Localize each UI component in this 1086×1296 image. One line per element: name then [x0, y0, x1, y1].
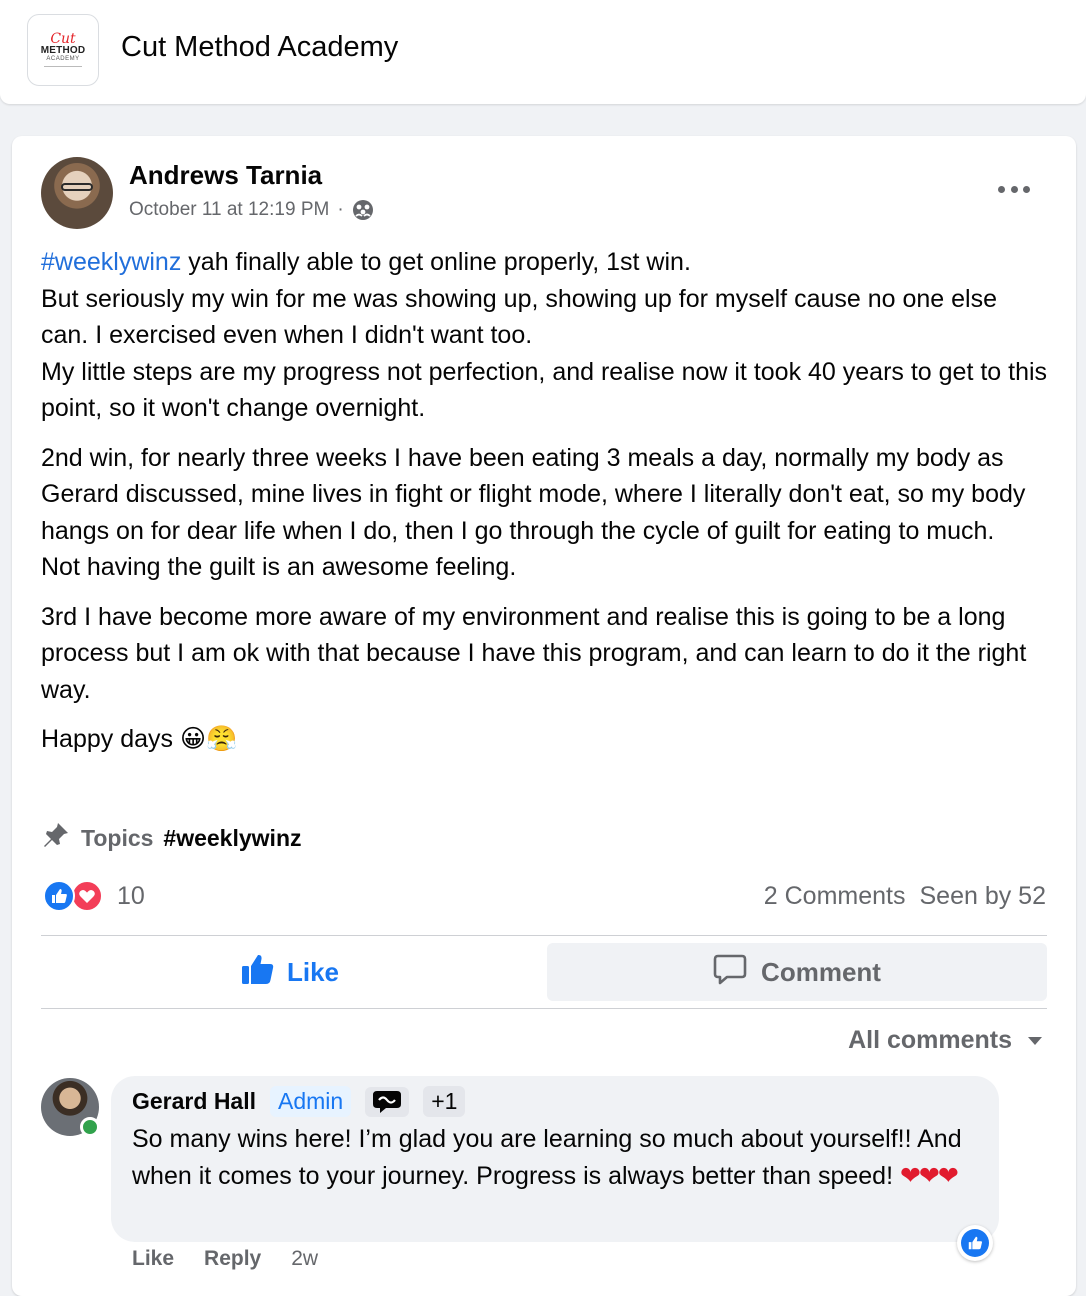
like-button[interactable]: Like	[41, 943, 539, 1001]
thumbs-up-icon	[241, 953, 275, 992]
group-header: Cut METHOD ACADEMY Cut Method Academy	[0, 0, 1086, 104]
more-dot	[1010, 185, 1018, 193]
comment-button[interactable]: Comment	[547, 943, 1047, 1001]
post-timestamp[interactable]: October 11 at 12:19 PM	[129, 199, 329, 221]
comment-like-link[interactable]: Like	[132, 1247, 174, 1271]
p1-line3-text: My little steps are my progress not perf…	[41, 357, 1048, 423]
more-options-icon[interactable]	[996, 178, 1032, 200]
meta-separator: ·	[337, 199, 344, 220]
group-logo[interactable]: Cut METHOD ACADEMY	[27, 14, 99, 86]
p2-line1-text: 2nd win, for nearly three weeks I have b…	[41, 443, 1026, 545]
comment-actions: Like Reply 2w	[132, 1247, 318, 1271]
more-badges-count[interactable]: +1	[423, 1086, 466, 1117]
action-divider-top	[41, 935, 1047, 936]
post-paragraph-3: 3rd I have become more aware of my envir…	[41, 602, 1027, 704]
seen-by-count[interactable]: Seen by 52	[920, 882, 1047, 911]
chevron-down-icon	[1028, 1036, 1042, 1045]
group-audience-icon	[352, 199, 374, 221]
action-divider-bottom	[41, 1008, 1047, 1009]
post-paragraph-4: Happy days 😀😤	[41, 721, 1051, 758]
comment-body: So many wins here! I’m glad you are lear…	[132, 1125, 962, 1190]
post-body: #weeklywinz yah finally able to get onli…	[41, 244, 1051, 771]
post-meta: October 11 at 12:19 PM ·	[129, 199, 374, 221]
comment-age[interactable]: 2w	[291, 1247, 318, 1271]
avatar-glasses	[61, 183, 93, 191]
group-title[interactable]: Cut Method Academy	[121, 31, 398, 64]
admin-badge[interactable]: Admin	[270, 1086, 352, 1117]
comment-reaction-badge[interactable]	[957, 1225, 993, 1261]
p4-emoji: 😀😤	[179, 724, 238, 753]
conversation-starter-badge-icon[interactable]	[365, 1086, 410, 1117]
p2-line2-text: Not having the guilt is an awesome feeli…	[41, 553, 517, 581]
post-topics: Topics #weeklywinz	[41, 820, 302, 856]
reaction-summary[interactable]: 10	[43, 878, 145, 914]
topic-tag[interactable]: #weeklywinz	[163, 825, 301, 852]
comments-count-link[interactable]: 2 Comments	[764, 882, 906, 911]
commenter-name[interactable]: Gerard Hall	[132, 1088, 256, 1115]
comment-reply-link[interactable]: Reply	[204, 1247, 261, 1271]
love-reaction-icon	[71, 880, 103, 912]
logo-method-text: METHOD	[40, 45, 86, 56]
comment-like-icon	[961, 1229, 989, 1257]
comment-text: So many wins here! I’m glad you are lear…	[132, 1121, 982, 1194]
online-status-indicator	[80, 1117, 100, 1137]
hashtag-link[interactable]: #weeklywinz	[41, 248, 181, 276]
like-reaction-icon	[43, 880, 75, 912]
post-stats: 2 Comments Seen by 52	[764, 882, 1046, 911]
topics-label: Topics	[81, 824, 154, 851]
pin-icon	[41, 820, 71, 856]
more-dot	[998, 185, 1005, 193]
post-author-name[interactable]: Andrews Tarnia	[129, 160, 322, 191]
comment-bubble-icon	[713, 953, 747, 992]
logo-cut-text: Cut	[50, 31, 76, 47]
post-paragraph-1: #weeklywinz yah finally able to get onli…	[41, 244, 1051, 427]
like-button-label: Like	[286, 956, 340, 987]
comment-filter-label: All comments	[848, 1026, 1012, 1054]
logo-academy-text: ACADEMY	[46, 56, 80, 62]
p1-line1-text: yah finally able to get online properly,…	[181, 248, 691, 276]
comment-filter-dropdown[interactable]: All comments	[848, 1026, 1042, 1055]
logo-divider	[44, 66, 82, 67]
reaction-count: 10	[117, 881, 145, 910]
p4-text: Happy days	[41, 725, 180, 753]
post-paragraph-2: 2nd win, for nearly three weeks I have b…	[41, 440, 1051, 586]
more-dot	[1023, 185, 1030, 193]
author-avatar[interactable]	[41, 157, 113, 229]
comment-header: Gerard Hall Admin +1	[132, 1086, 466, 1117]
hearts-emoji: ❤❤❤	[899, 1161, 959, 1190]
p1-line2-text: But seriously my win for me was showing …	[41, 284, 998, 350]
comment-button-label: Comment	[761, 956, 881, 987]
